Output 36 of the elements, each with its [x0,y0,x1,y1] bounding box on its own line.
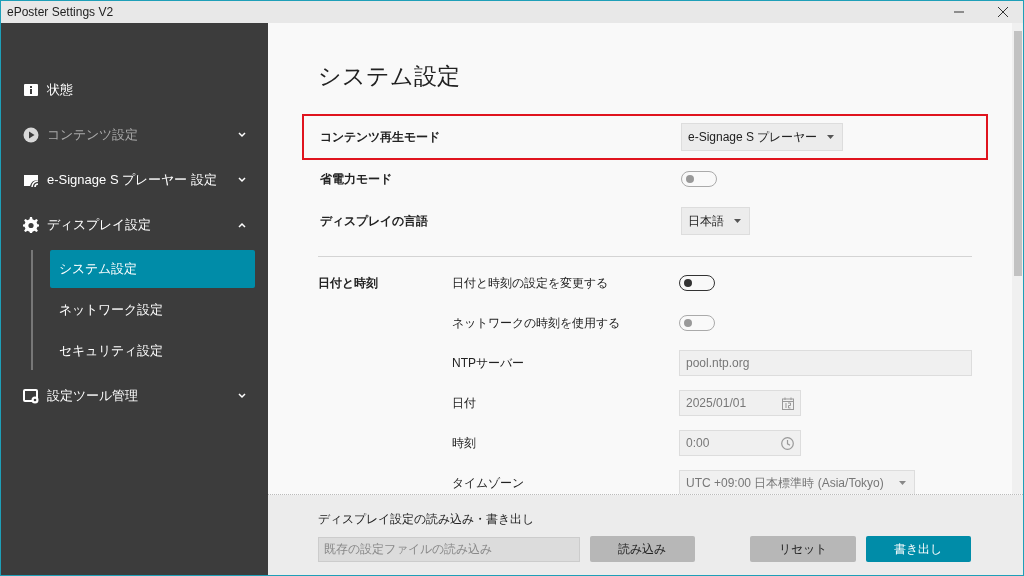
setting-label: NTPサーバー [452,354,525,372]
dropdown[interactable]: 日本語 [681,207,750,235]
clock-icon [781,436,794,450]
window-gear-icon [23,387,39,404]
sidebar-item[interactable]: ディスプレイ設定 [1,202,268,247]
close-icon[interactable] [997,6,1009,18]
dropdown[interactable]: e-Signage S プレーヤー [681,123,844,151]
calendar-icon [782,396,794,410]
section-label: ディスプレイ設定の読み込み・書き出し [318,511,535,528]
caret-icon [827,135,835,139]
setting-label: ディスプレイの言語 [320,212,429,230]
sidebar-item[interactable]: 状態 [1,67,268,112]
setting-label: 時刻 [452,434,477,452]
window-title: ePoster Settings V2 [7,5,114,19]
caret-icon [899,481,906,485]
action-button[interactable]: 読み込み [589,536,696,562]
caret-icon [734,219,741,223]
export-button[interactable]: 書き出し [865,536,971,562]
setting-label: 日付と時刻の設定を変更する [452,274,609,292]
setting-label: タイムゾーン [452,474,525,492]
setting-label: コンテンツ再生モード [320,128,441,146]
setting-label: ネットワークの時刻を使用する [452,314,621,332]
sidebar-item[interactable]: 設定ツール管理 [1,373,268,418]
action-button[interactable]: リセット [750,536,856,562]
sidebar-subitem[interactable]: ネットワーク設定 [50,291,255,329]
sidebar-subitem[interactable]: セキュリティ設定 [50,332,255,370]
info-icon [23,81,39,98]
gear-icon [23,216,39,233]
scrollbar[interactable] [1012,23,1023,494]
setting-label: 日付 [452,394,477,412]
sidebar-item[interactable]: e-Signage S プレーヤー 設定 [1,157,268,202]
section-label: 日付と時刻 [318,275,379,292]
play-icon [23,126,39,143]
sidebar-subitem[interactable]: システム設定 [50,250,255,288]
setting-label: 省電力モード [320,170,393,188]
page-title: システム設定 [318,62,461,91]
